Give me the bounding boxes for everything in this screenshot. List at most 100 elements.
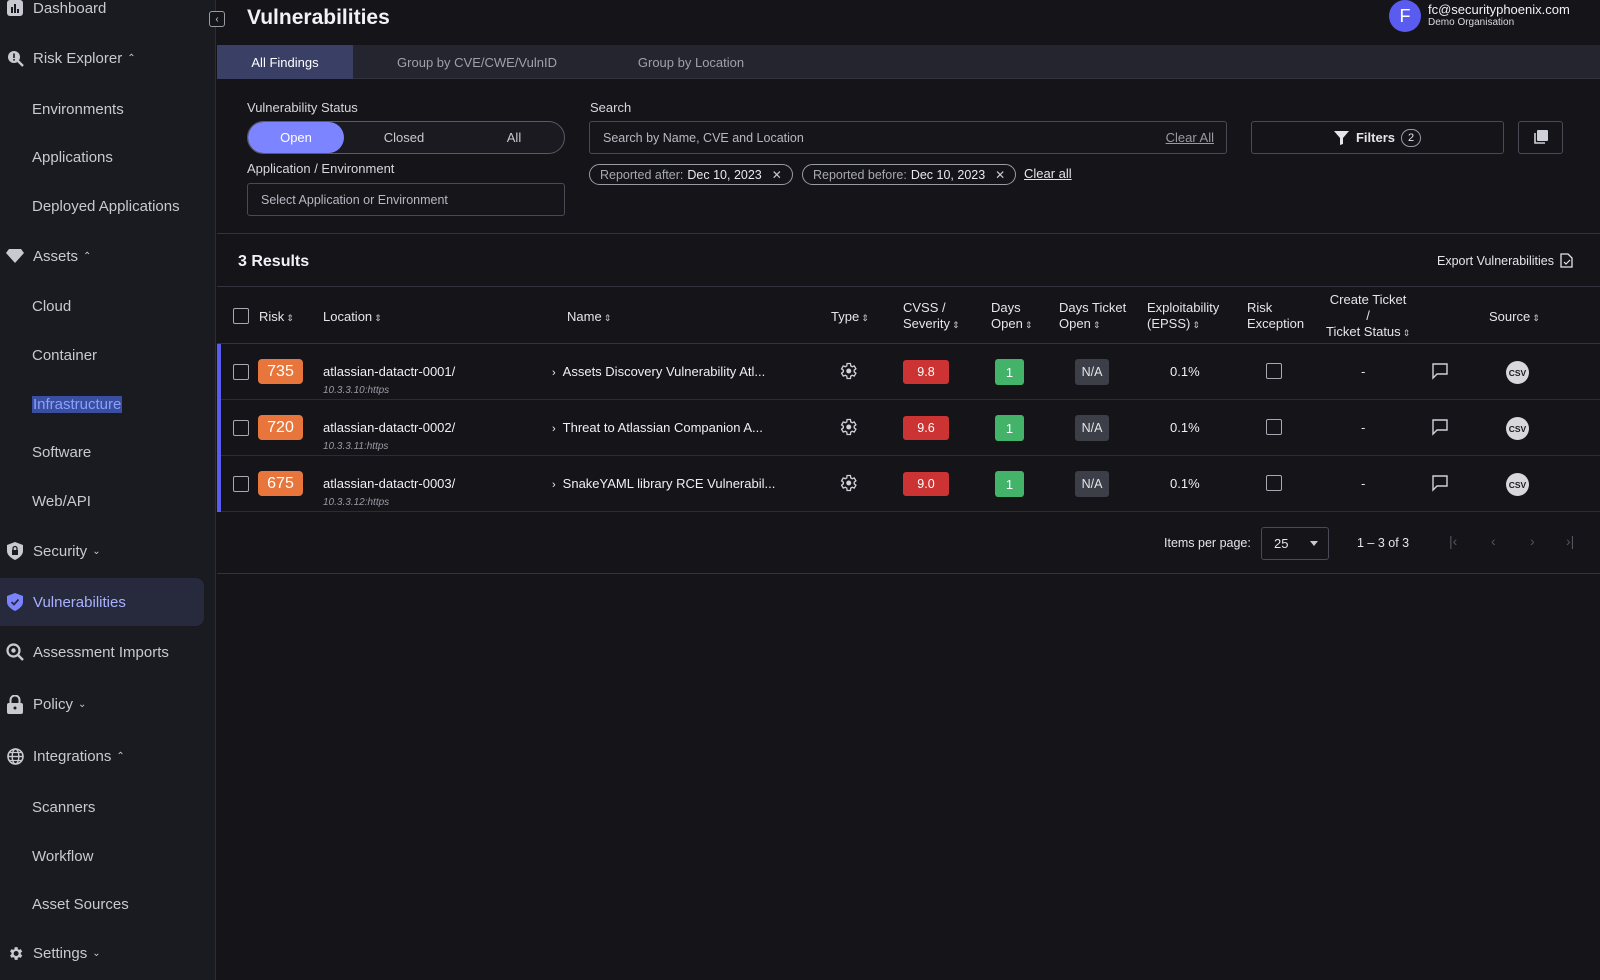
column-header-location[interactable]: Location ⇕	[323, 309, 382, 326]
sidebar-item-infrastructure[interactable]: Infrastructure	[0, 384, 204, 424]
tab-group-by-location[interactable]: Group by Location	[601, 45, 781, 79]
location-link[interactable]: atlassian-datactr-0003/	[323, 476, 455, 491]
chevron-down-icon: ⌄	[78, 698, 87, 710]
vulnerability-name[interactable]: › Threat to Atlassian Companion A...	[552, 420, 763, 435]
first-page-icon[interactable]: |‹	[1449, 533, 1457, 549]
filters-button[interactable]: Filters 2	[1251, 121, 1504, 154]
sidebar-item-vulnerabilities[interactable]: Vulnerabilities	[0, 578, 204, 626]
sidebar-item-web-api[interactable]: Web/API	[0, 481, 204, 521]
header-label: (EPSS)	[1147, 316, 1191, 331]
sidebar-item-workflow[interactable]: Workflow	[0, 836, 204, 876]
risk-exception-checkbox[interactable]	[1266, 363, 1282, 379]
status-open-option[interactable]: Open	[248, 122, 344, 153]
column-header-name[interactable]: Name ⇕	[567, 309, 611, 326]
sidebar-item-deployed-applications[interactable]: Deployed Applications	[0, 186, 204, 226]
chevron-right-icon: ›	[552, 423, 556, 435]
next-page-icon[interactable]: ›	[1530, 533, 1535, 549]
sort-icon: ⇕	[951, 320, 960, 330]
sidebar-item-scanners[interactable]: Scanners	[0, 787, 204, 827]
page-size-value: 25	[1274, 536, 1289, 551]
sidebar-item-integrations[interactable]: Integrations ⌃	[0, 736, 204, 776]
clear-all-chips-link[interactable]: Clear all	[1024, 166, 1072, 181]
filter-chip-reported-after[interactable]: Reported after: Dec 10, 2023 ✕	[589, 164, 793, 185]
export-file-icon	[1560, 253, 1574, 268]
header-label: Days Ticket	[1059, 300, 1127, 315]
risk-exception-checkbox[interactable]	[1266, 475, 1282, 491]
sort-icon: ⇕	[1402, 328, 1411, 338]
chevron-right-icon: ›	[552, 479, 556, 491]
column-header-source[interactable]: Source ⇕	[1489, 309, 1540, 326]
sidebar-item-software[interactable]: Software	[0, 432, 204, 472]
sidebar-item-label: Container	[32, 346, 98, 364]
epss-value: 0.1%	[1170, 476, 1200, 491]
risk-exception-checkbox[interactable]	[1266, 419, 1282, 435]
close-icon[interactable]: ✕	[995, 168, 1005, 182]
last-page-icon[interactable]: ›|	[1566, 533, 1574, 549]
sidebar-item-assets[interactable]: Assets ⌃	[0, 236, 204, 276]
sidebar-item-label: Asset Sources	[32, 895, 129, 913]
vulnerability-name[interactable]: › SnakeYAML library RCE Vulnerabil...	[552, 476, 775, 491]
avatar[interactable]: F	[1389, 0, 1421, 32]
chevron-down-icon: ⌄	[92, 947, 101, 959]
column-header-days-open[interactable]: Days Open ⇕	[991, 300, 1032, 333]
table-row[interactable]: 675 atlassian-datactr-0003/ 10.3.3.12:ht…	[217, 456, 1600, 512]
header-label: Exploitability	[1147, 300, 1220, 315]
header-label: CVSS /	[903, 300, 946, 315]
vulnerability-name[interactable]: › Assets Discovery Vulnerability Atl...	[552, 364, 765, 379]
page-size-select[interactable]: 25	[1261, 527, 1329, 560]
status-closed-option[interactable]: Closed	[344, 122, 464, 153]
ticket-status: -	[1361, 364, 1366, 379]
sidebar-item-assessment-imports[interactable]: Assessment Imports	[0, 632, 204, 672]
comment-icon[interactable]	[1431, 362, 1449, 380]
sidebar-item-risk-explorer[interactable]: Risk Explorer ⌃	[0, 38, 204, 78]
sidebar-item-dashboard[interactable]: Dashboard	[0, 0, 204, 28]
status-all-option[interactable]: All	[464, 122, 564, 153]
sort-icon: ⇕	[1024, 320, 1033, 330]
export-vulnerabilities-button[interactable]: Export Vulnerabilities	[1437, 253, 1574, 268]
close-icon[interactable]: ✕	[772, 168, 782, 182]
shield-check-icon	[6, 593, 24, 611]
sidebar-item-settings[interactable]: Settings ⌄	[0, 933, 204, 973]
previous-page-icon[interactable]: ‹	[1491, 533, 1496, 549]
sidebar-item-label: Scanners	[32, 798, 96, 816]
filter-chip-reported-before[interactable]: Reported before: Dec 10, 2023 ✕	[802, 164, 1017, 185]
select-all-checkbox[interactable]	[233, 308, 249, 324]
collapse-sidebar-button[interactable]: ‹	[209, 11, 225, 27]
sidebar-item-asset-sources[interactable]: Asset Sources	[0, 884, 204, 924]
sidebar-item-policy[interactable]: Policy ⌄	[0, 684, 204, 724]
row-checkbox[interactable]	[233, 364, 249, 380]
bar-chart-icon	[6, 0, 24, 17]
shield-lock-icon	[6, 542, 24, 560]
column-header-cvss[interactable]: CVSS / Severity ⇕	[903, 300, 960, 333]
copy-button[interactable]	[1518, 121, 1563, 154]
diamond-icon	[6, 247, 24, 265]
column-header-epss[interactable]: Exploitability (EPSS) ⇕	[1147, 300, 1219, 333]
column-header-days-ticket-open[interactable]: Days Ticket Open ⇕	[1059, 300, 1126, 333]
gear-icon	[838, 361, 858, 381]
table-row[interactable]: 720 atlassian-datactr-0002/ 10.3.3.11:ht…	[217, 400, 1600, 456]
tab-all-findings[interactable]: All Findings	[217, 45, 353, 79]
search-clear-all-link[interactable]: Clear All	[1166, 130, 1214, 145]
sidebar-item-security[interactable]: Security ⌄	[0, 531, 204, 571]
sidebar-item-environments[interactable]: Environments	[0, 89, 204, 129]
sidebar-item-container[interactable]: Container	[0, 335, 204, 375]
row-checkbox[interactable]	[233, 476, 249, 492]
location-link[interactable]: atlassian-datactr-0002/	[323, 420, 455, 435]
column-header-risk[interactable]: Risk ⇕	[259, 309, 294, 326]
row-checkbox[interactable]	[233, 420, 249, 436]
app-env-select[interactable]: Select Application or Environment	[247, 183, 565, 216]
sort-icon: ⇕	[1192, 320, 1200, 330]
comment-icon[interactable]	[1431, 418, 1449, 436]
sidebar-item-applications[interactable]: Applications	[0, 137, 204, 177]
dropdown-caret-icon	[1310, 541, 1318, 546]
sidebar-item-cloud[interactable]: Cloud	[0, 286, 204, 326]
column-header-type[interactable]: Type ⇕	[831, 309, 869, 326]
chevron-down-icon: ⌄	[92, 545, 101, 557]
location-link[interactable]: atlassian-datactr-0001/	[323, 364, 455, 379]
tab-group-by-cve[interactable]: Group by CVE/CWE/VulnID	[353, 45, 601, 79]
comment-icon[interactable]	[1431, 474, 1449, 492]
search-input[interactable]: Search by Name, CVE and Location Clear A…	[589, 121, 1227, 154]
ticket-status: -	[1361, 420, 1366, 435]
column-header-ticket-status[interactable]: Create Ticket / Ticket Status ⇕	[1326, 292, 1410, 341]
table-row[interactable]: 735 atlassian-datactr-0001/ 10.3.3.10:ht…	[217, 344, 1600, 400]
